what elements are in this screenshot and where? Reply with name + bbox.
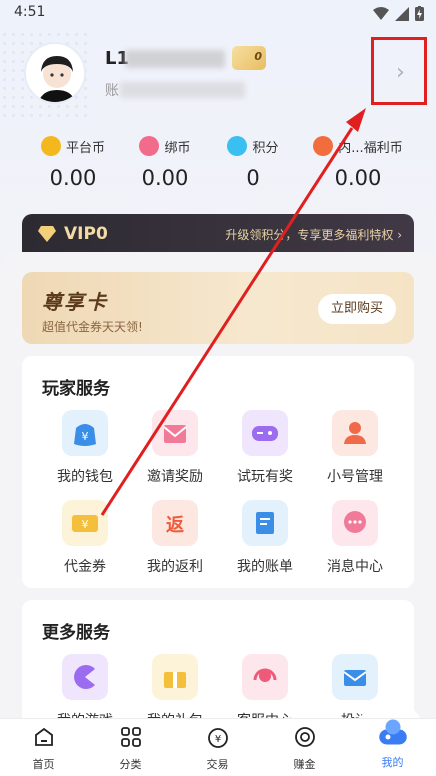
currency-points[interactable]: 积分 0 xyxy=(198,134,308,190)
platform-coin-icon xyxy=(40,136,61,156)
voucher-icon: ¥ xyxy=(62,500,108,546)
diamond-icon xyxy=(38,226,56,242)
currency-value: 0.00 xyxy=(334,166,382,190)
vip-level-badge: 0 xyxy=(232,46,266,70)
me-icon xyxy=(378,719,407,745)
premium-card-subtitle: 超值代金券天天领! xyxy=(42,320,143,334)
service-messages[interactable]: 消息中心 xyxy=(310,500,400,576)
game-icon xyxy=(62,654,108,700)
headset-icon xyxy=(242,654,288,700)
buy-now-button[interactable]: 立即购买 xyxy=(318,294,396,324)
tab-me[interactable]: 我的 xyxy=(349,719,436,770)
home-icon xyxy=(34,727,53,746)
vip-title: VIP0 xyxy=(64,224,108,244)
system-icons xyxy=(373,6,424,21)
svg-text:¥: ¥ xyxy=(214,734,220,745)
service-rebate[interactable]: 返 我的返利 xyxy=(130,500,220,576)
currency-welfare[interactable]: 内...福利币 0.00 xyxy=(298,134,418,190)
gamepad-icon xyxy=(242,410,288,456)
complaint-icon xyxy=(332,654,378,700)
blurred-account xyxy=(120,82,245,98)
service-bill[interactable]: 我的账单 xyxy=(220,500,310,576)
wifi-icon xyxy=(373,6,389,20)
vip-bar[interactable]: VIP0 升级领积分，专享更多福利特权 › xyxy=(22,214,414,256)
service-trial[interactable]: 试玩有奖 xyxy=(220,410,310,486)
bill-icon xyxy=(242,500,288,546)
currency-row: 平台币 0.00 绑币 0.00 积分 0 内...福利币 0.00 xyxy=(0,134,436,194)
annotation-highlight-box xyxy=(371,37,427,105)
points-icon xyxy=(227,136,248,156)
account-icon xyxy=(332,410,378,456)
premium-card-title: 尊享卡 xyxy=(42,290,108,314)
invite-icon xyxy=(152,410,198,456)
rebate-icon: 返 xyxy=(152,500,198,546)
gift-icon xyxy=(152,654,198,700)
welfare-coin-icon xyxy=(313,136,334,156)
section-title: 更多服务 xyxy=(42,623,110,643)
tab-trade[interactable]: ¥ 交易 xyxy=(174,725,261,772)
trade-icon: ¥ xyxy=(207,728,228,748)
currency-value: 0 xyxy=(246,166,260,190)
svg-text:¥: ¥ xyxy=(82,518,89,531)
tab-earn[interactable]: 赚金 xyxy=(261,725,348,772)
status-bar: 4:51 xyxy=(0,0,436,26)
premium-card-banner[interactable]: 尊享卡 超值代金券天天领! 立即购买 xyxy=(22,272,414,344)
vip-description: 升级领积分，专享更多福利特权 › xyxy=(225,228,402,242)
service-invite[interactable]: 邀请奖励 xyxy=(130,410,220,486)
battery-icon xyxy=(415,6,424,21)
status-time: 4:51 xyxy=(14,4,46,20)
svg-text:返: 返 xyxy=(166,515,184,536)
tab-category[interactable]: 分类 xyxy=(87,725,174,772)
bind-coin-icon xyxy=(139,136,160,156)
service-voucher[interactable]: ¥ 代金券 xyxy=(40,500,130,576)
tab-home[interactable]: 首页 xyxy=(0,725,87,772)
section-title: 玩家服务 xyxy=(42,379,110,399)
category-icon xyxy=(120,727,141,747)
blurred-name xyxy=(125,50,225,68)
wallet-icon: ¥ xyxy=(62,410,108,456)
svg-text:¥: ¥ xyxy=(82,430,89,443)
message-icon xyxy=(332,500,378,546)
bottom-tab-bar: 首页 分类 ¥ 交易 赚金 我的 xyxy=(0,718,436,776)
service-subaccount[interactable]: 小号管理 xyxy=(310,410,400,486)
service-wallet[interactable]: ¥ 我的钱包 xyxy=(40,410,130,486)
earn-icon xyxy=(294,727,315,747)
player-services-card: 玩家服务 ¥ 我的钱包 邀请奖励 试玩有奖 小号管理 ¥ 代金券 返 我的返利 xyxy=(22,356,414,588)
avatar[interactable] xyxy=(24,42,86,104)
signal-icon xyxy=(395,6,409,21)
account-label: 账 xyxy=(105,83,119,99)
